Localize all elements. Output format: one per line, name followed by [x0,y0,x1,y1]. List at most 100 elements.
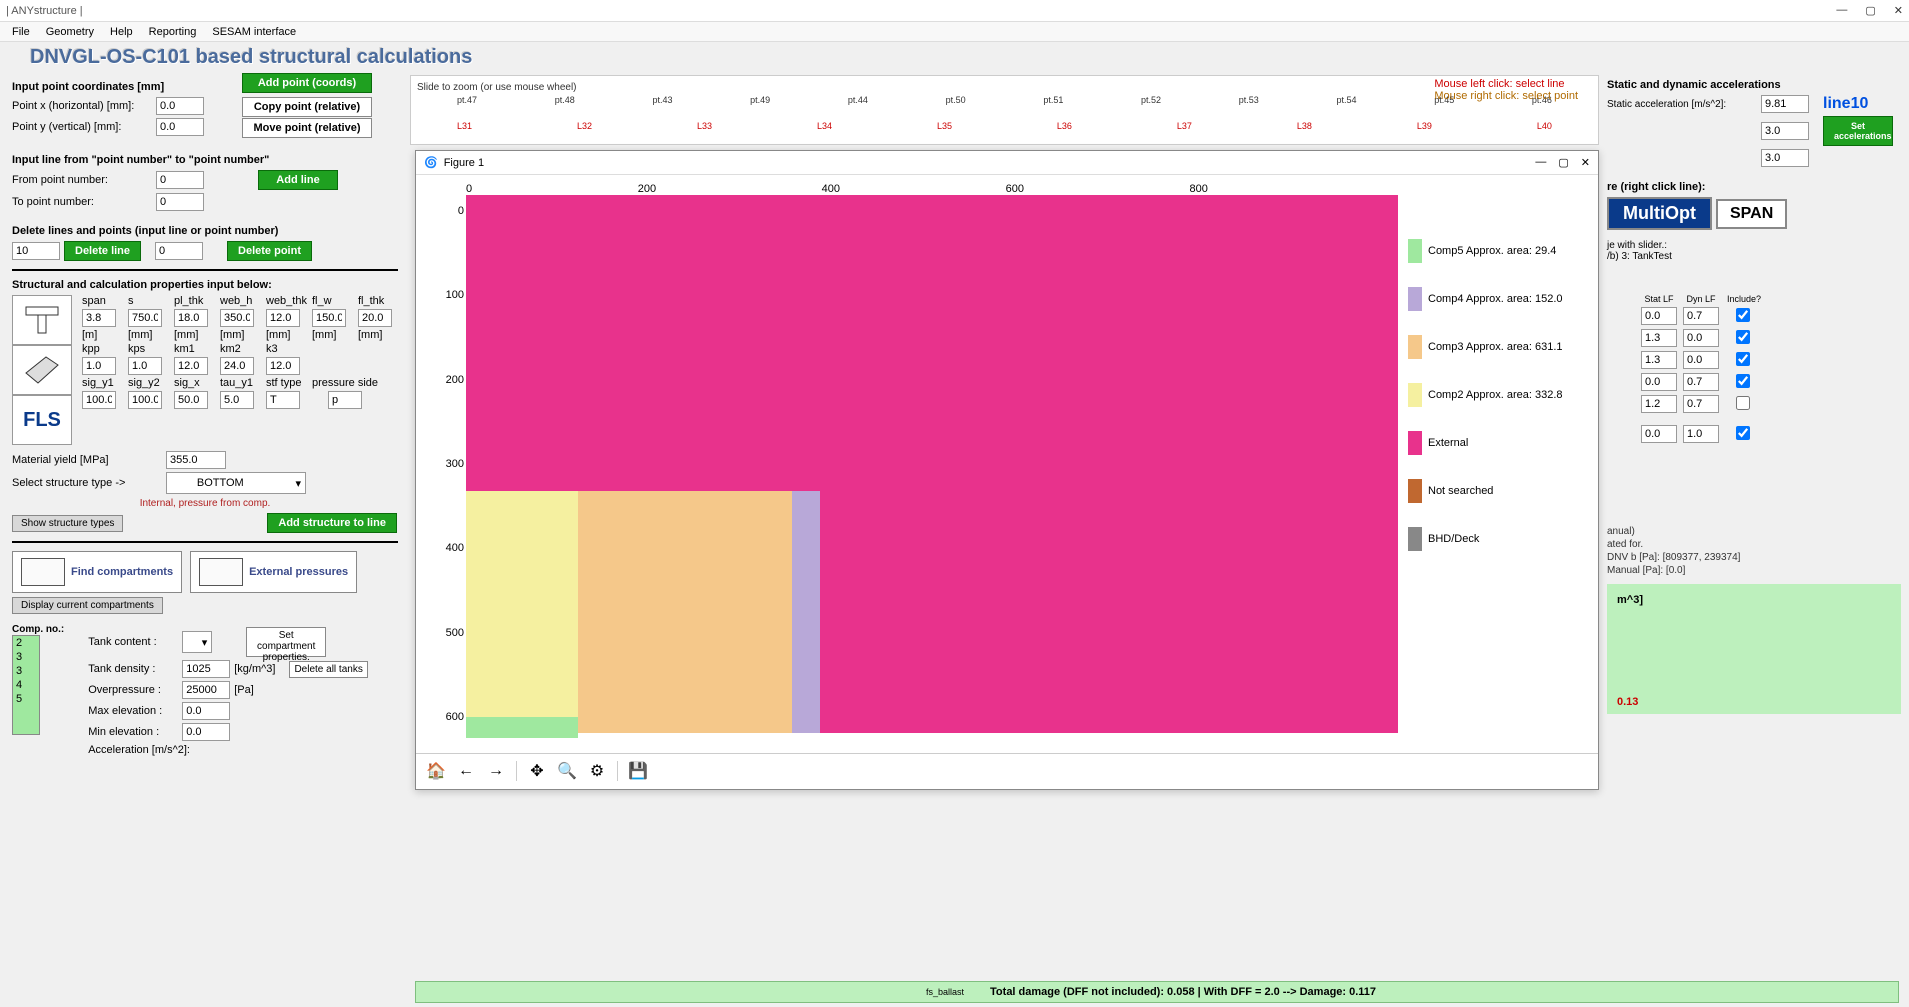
show-types-button[interactable]: Show structure types [12,515,123,532]
ruler-area[interactable]: Slide to zoom (or use mouse wheel) Mouse… [410,75,1599,145]
set-comp-button[interactable]: Set compartment properties. [246,627,326,657]
list-item[interactable]: 3 [13,650,39,664]
flw-input[interactable] [312,309,346,327]
lf-stat-5[interactable] [1641,425,1677,443]
save-icon[interactable]: 💾 [628,761,648,781]
webthk-input[interactable] [266,309,300,327]
list-item[interactable]: 3 [13,664,39,678]
static-accel-input[interactable] [1761,95,1809,113]
dyn-accel-2-input[interactable] [1761,149,1809,167]
back-icon[interactable]: ← [456,761,476,781]
yield-input[interactable] [166,451,226,469]
km2-input[interactable] [220,357,254,375]
structtype-dropdown[interactable]: BOTTOM ▾ [166,472,306,494]
close-icon[interactable]: ✕ [1894,4,1903,17]
plthk-input[interactable] [174,309,208,327]
set-accel-button[interactable]: Set accelerations [1823,116,1893,146]
list-item[interactable]: 2 [13,636,39,650]
region-comp3 [578,491,792,733]
menu-sesam[interactable]: SESAM interface [206,24,302,40]
menu-help[interactable]: Help [104,24,139,40]
point-y-input[interactable] [156,118,204,136]
configure-icon[interactable]: ⚙ [587,761,607,781]
move-point-button[interactable]: Move point (relative) [242,118,372,138]
maximize-icon[interactable]: ▢ [1865,4,1875,17]
lf-stat-4[interactable] [1641,395,1677,413]
lf-dyn-4[interactable] [1683,395,1719,413]
multiopt-button[interactable]: MultiOpt [1607,197,1712,230]
menu-reporting[interactable]: Reporting [143,24,203,40]
matplotlib-icon: 🌀 [424,156,438,169]
dyn-accel-1-input[interactable] [1761,122,1809,140]
add-line-button[interactable]: Add line [258,170,338,190]
home-icon[interactable]: 🏠 [426,761,446,781]
lf-stat-3[interactable] [1641,373,1677,391]
plot-area[interactable] [466,195,1398,733]
fig-close-icon[interactable]: ✕ [1581,156,1590,169]
lf-inc-3[interactable] [1725,374,1761,388]
density-label: Tank density : [88,663,178,675]
lf-inc-1[interactable] [1725,330,1761,344]
lf-inc-2[interactable] [1725,352,1761,366]
delete-point-button[interactable]: Delete point [227,241,312,261]
flthk-input[interactable] [358,309,392,327]
zoom-icon[interactable]: 🔍 [557,761,577,781]
add-point-button[interactable]: Add point (coords) [242,73,372,93]
s-input[interactable] [128,309,162,327]
forward-icon[interactable]: → [486,761,506,781]
copy-point-button[interactable]: Copy point (relative) [242,97,372,117]
kpp-input[interactable] [82,357,116,375]
hd-span: span [82,295,122,307]
delete-point-input[interactable] [155,242,203,260]
external-pressures-button[interactable]: External pressures [190,551,357,593]
fig-maximize-icon[interactable]: ▢ [1558,156,1568,169]
km1-input[interactable] [174,357,208,375]
k3-input[interactable] [266,357,300,375]
lf-dyn-3[interactable] [1683,373,1719,391]
ty1-input[interactable] [220,391,254,409]
overp-input[interactable] [182,681,230,699]
lf-dyn-2[interactable] [1683,351,1719,369]
minimize-icon[interactable]: — [1836,4,1847,17]
point-x-input[interactable] [156,97,204,115]
lf-dyn-5[interactable] [1683,425,1719,443]
display-compartments-button[interactable]: Display current compartments [12,597,163,614]
kps-input[interactable] [128,357,162,375]
info-1: ated for. [1607,539,1901,550]
density-input[interactable] [182,660,230,678]
span-input[interactable] [82,309,116,327]
u-mm2: [mm] [174,329,214,341]
stftype-input[interactable] [266,391,300,409]
fig-minimize-icon[interactable]: — [1535,156,1546,169]
pan-icon[interactable]: ✥ [527,761,547,781]
lf-inc-0[interactable] [1725,308,1761,322]
delete-tanks-button[interactable]: Delete all tanks [289,661,367,678]
to-point-input[interactable] [156,193,204,211]
find-compartments-button[interactable]: Find compartments [12,551,182,593]
pside-input[interactable] [328,391,362,409]
lf-dyn-1[interactable] [1683,329,1719,347]
lf-stat-2[interactable] [1641,351,1677,369]
lf-stat-0[interactable] [1641,307,1677,325]
lf-inc-5[interactable] [1725,426,1761,440]
lf-stat-1[interactable] [1641,329,1677,347]
slider-label: je with slider.: [1607,240,1901,251]
lf-dyn-0[interactable] [1683,307,1719,325]
sy1-input[interactable] [82,391,116,409]
webh-input[interactable] [220,309,254,327]
menu-file[interactable]: File [6,24,36,40]
content-dropdown[interactable]: ▾ [182,631,212,653]
delete-line-button[interactable]: Delete line [64,241,141,261]
add-struct-button[interactable]: Add structure to line [267,513,397,533]
list-item[interactable]: 4 [13,678,39,692]
menu-geometry[interactable]: Geometry [40,24,100,40]
sx-input[interactable] [174,391,208,409]
lf-inc-4[interactable] [1725,396,1761,410]
figure-body[interactable]: 0200 400600 8001000 0100 200300 400500 6… [416,175,1598,753]
comp-list[interactable]: 2 3 3 4 5 [12,635,40,735]
sy2-input[interactable] [128,391,162,409]
delete-line-input[interactable] [12,242,60,260]
list-item[interactable]: 5 [13,692,39,706]
span-button[interactable]: SPAN [1716,199,1787,229]
from-point-input[interactable] [156,171,204,189]
